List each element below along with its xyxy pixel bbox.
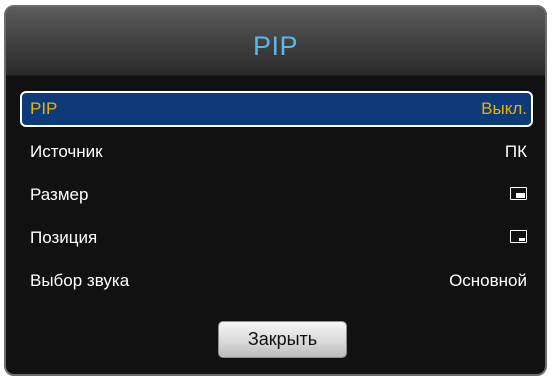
menu-item-value: Основной <box>449 271 527 290</box>
menu-item-value: ПК <box>504 142 527 161</box>
menu-item-position[interactable]: Позиция <box>20 220 533 256</box>
dialog-title-bar: PIP <box>6 7 545 76</box>
menu-item-label: Позиция <box>30 228 98 247</box>
menu-item-pip[interactable]: PIP Выкл. <box>20 91 533 127</box>
pip-size-icon <box>510 187 527 200</box>
menu-item-size[interactable]: Размер <box>20 177 533 213</box>
menu-item-label: Выбор звука <box>30 271 130 290</box>
menu-item-source[interactable]: Источник ПК <box>20 134 533 170</box>
pip-size-icon-inner <box>516 193 525 198</box>
menu-item-label: PIP <box>30 99 58 118</box>
dialog-title: PIP <box>252 31 299 61</box>
menu-item-label: Размер <box>30 185 89 204</box>
close-button[interactable]: Закрыть <box>218 321 347 358</box>
pip-dialog: PIP PIP Выкл. Источник ПК Размер Позиция… <box>4 5 547 376</box>
menu-item-value: Выкл. <box>481 99 527 118</box>
pip-position-icon-inner <box>519 238 525 241</box>
menu-item-sound-select[interactable]: Выбор звука Основной <box>20 263 533 299</box>
pip-position-icon <box>510 230 527 243</box>
menu-item-label: Источник <box>30 142 103 161</box>
